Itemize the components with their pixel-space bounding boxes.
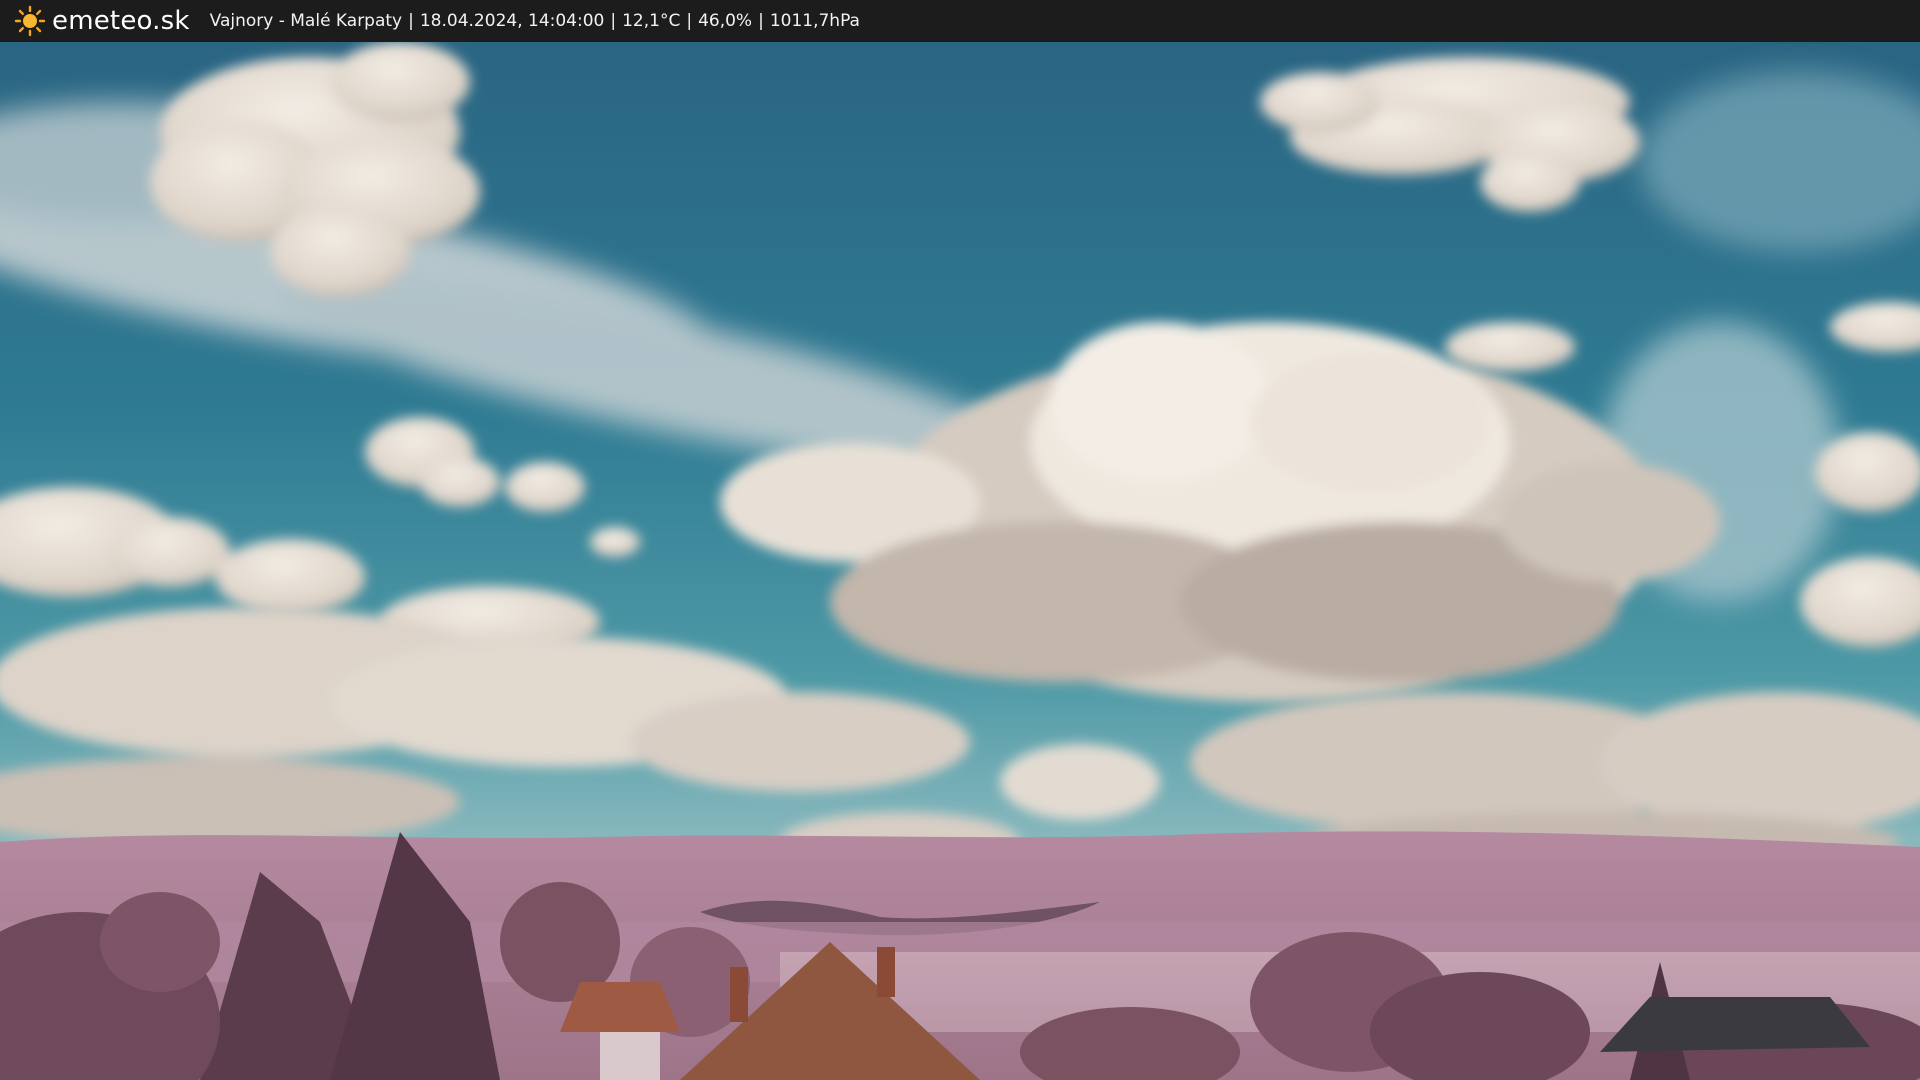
temperature-label: 12,1°C (622, 11, 681, 31)
sun-icon (14, 5, 46, 37)
brand[interactable]: emeteo.sk (14, 5, 190, 37)
pressure-label: 1011,7hPa (769, 11, 860, 31)
datetime-label: 18.04.2024, 14:04:00 (419, 11, 605, 31)
separator: | (610, 11, 617, 31)
brand-name: emeteo.sk (52, 6, 190, 36)
separator: | (686, 11, 693, 31)
separator: | (758, 11, 764, 31)
webcam-frame: emeteo.sk Vajnory - Malé Karpaty | 18.04.2… (0, 0, 1920, 1080)
title-bar: emeteo.sk Vajnory - Malé Karpaty | 18.04.2… (0, 0, 1920, 42)
webcam-image (0, 42, 1920, 1080)
location-label: Vajnory - Malé Karpaty (209, 11, 403, 31)
humidity-label: 46,0% (698, 11, 753, 31)
separator: | (408, 11, 414, 31)
weather-status-line: Vajnory - Malé Karpaty | 18.04.2024, 14:04… (210, 11, 860, 31)
